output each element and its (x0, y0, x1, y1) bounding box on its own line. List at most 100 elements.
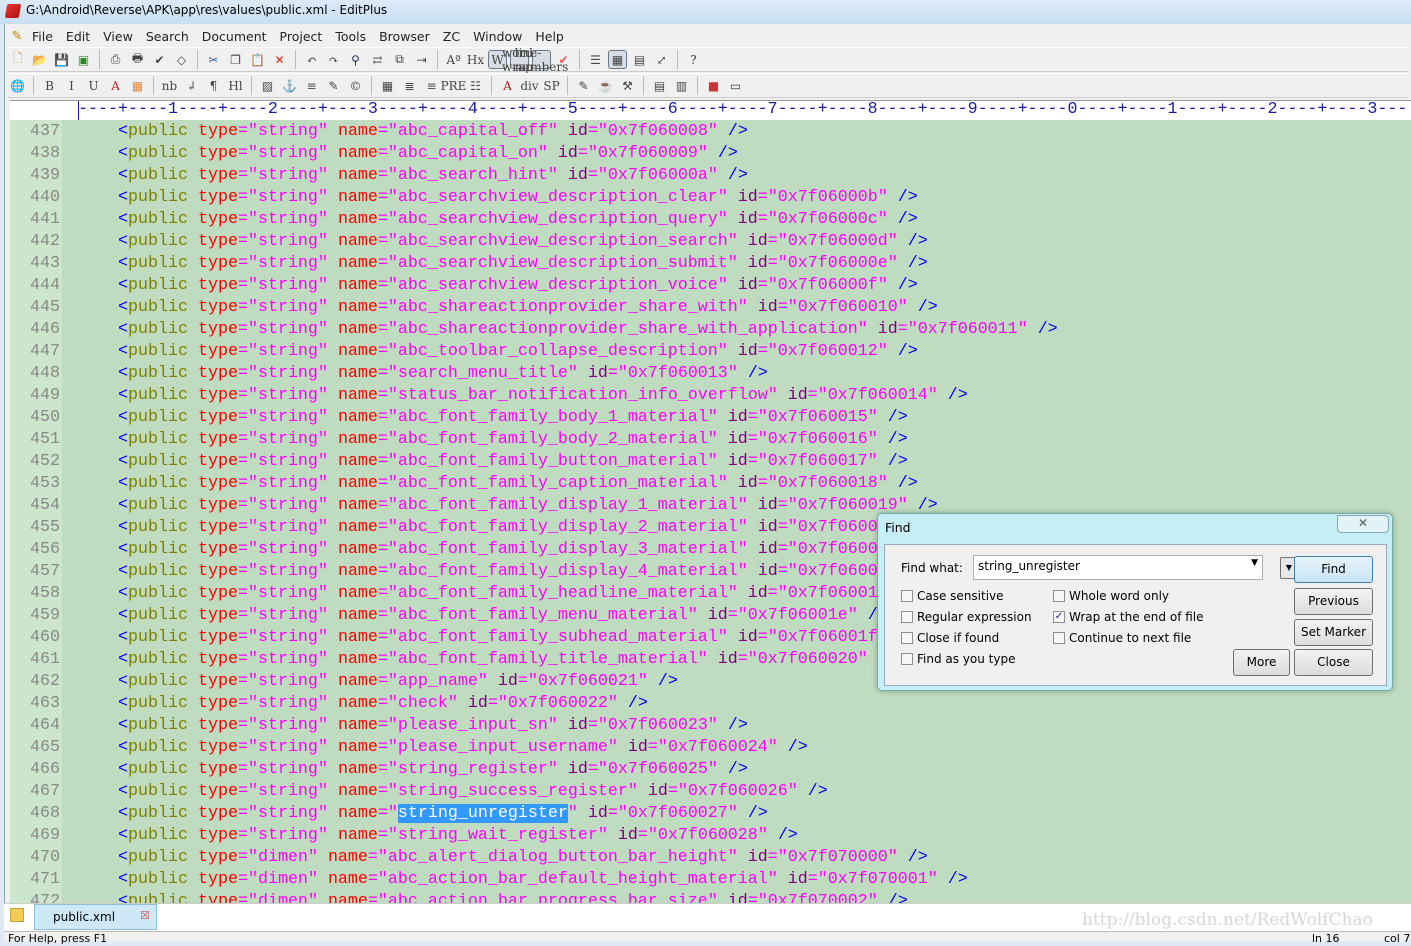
code-line[interactable]: <public type="string" name="abc_shareact… (78, 319, 1058, 341)
output-window-icon[interactable]: ▤ (630, 50, 649, 69)
option-wrap-at-the-end-of-file[interactable]: ✓ Wrap at the end of file (1053, 610, 1204, 624)
coffee-icon[interactable]: ☕ (596, 76, 615, 95)
dialog-close-button[interactable]: ✕ (1337, 515, 1389, 533)
menu-edit[interactable]: Edit (60, 29, 97, 44)
menu-document[interactable]: Document (196, 29, 274, 44)
menu-view[interactable]: View (97, 29, 140, 44)
browser-view-icon[interactable]: ◇ (172, 50, 191, 69)
code-line[interactable]: <public type="string" name="string_succe… (78, 781, 828, 803)
list-icon[interactable]: ☷ (466, 76, 485, 95)
form-icon[interactable]: ▥ (672, 76, 691, 95)
window-icon[interactable]: ▭ (726, 76, 745, 95)
menu-search[interactable]: Search (140, 29, 196, 44)
full-screen-icon[interactable]: ⤢ (652, 50, 671, 69)
menu-browser[interactable]: Browser (373, 29, 437, 44)
check-icon[interactable]: ✔ (554, 50, 573, 69)
checkbox[interactable] (1053, 632, 1065, 644)
copy-icon[interactable]: ❐ (226, 50, 245, 69)
print-preview-icon[interactable]: ⎙ (106, 50, 125, 69)
code-line[interactable]: <public type="string" name="abc_font_fam… (78, 539, 918, 561)
code-line[interactable]: <public type="string" name="check" id="0… (78, 693, 648, 715)
frame-icon[interactable]: ▤ (650, 76, 669, 95)
code-line[interactable]: <public type="string" name="abc_font_fam… (78, 495, 938, 517)
code-line[interactable]: <public type="string" name="abc_capital_… (78, 143, 738, 165)
code-line[interactable]: <public type="string" name="abc_font_fam… (78, 649, 898, 671)
template-icon[interactable]: ✎ (574, 76, 593, 95)
directory-window-icon[interactable]: ▦ (608, 50, 627, 69)
spell-check-icon[interactable]: ✔ (150, 50, 169, 69)
new-file-icon[interactable]: 🗋 (8, 50, 27, 69)
save-icon[interactable]: 💾 (52, 50, 71, 69)
code-line[interactable]: <public type="string" name="string_regis… (78, 759, 748, 781)
checkbox[interactable] (901, 632, 913, 644)
pre-icon[interactable]: PRE (441, 76, 467, 95)
code-line[interactable]: <public type="string" name="string_unreg… (78, 803, 768, 825)
option-continue-to-next-file[interactable]: Continue to next file (1053, 631, 1191, 645)
find-in-files-icon[interactable]: ⧉ (390, 50, 409, 69)
u-icon[interactable]: U (84, 76, 103, 95)
code-line[interactable]: <public type="string" name="abc_searchvi… (78, 187, 918, 209)
find-what-input[interactable]: string_unregister ▼ (973, 555, 1263, 580)
hl-icon[interactable]: Hl (226, 76, 245, 95)
a-icon[interactable]: A (106, 76, 125, 95)
close-button[interactable]: Close (1294, 649, 1373, 676)
code-line[interactable]: <public type="string" name="abc_font_fam… (78, 407, 908, 429)
checkbox[interactable] (1053, 590, 1065, 602)
clip-window-icon[interactable]: ☰ (586, 50, 605, 69)
table-icon[interactable]: ▦ (378, 76, 397, 95)
code-line[interactable]: <public type="string" name="abc_font_fam… (78, 583, 918, 605)
find-icon[interactable]: ⚲ (346, 50, 365, 69)
font-icon[interactable]: Aª (444, 50, 463, 69)
option-whole-word-only[interactable]: Whole word only (1053, 589, 1169, 603)
print-icon[interactable]: 🖶 (128, 50, 147, 69)
replace-icon[interactable]: ⇄ (368, 50, 387, 69)
redo-icon[interactable]: ↷ (324, 50, 343, 69)
open-icon[interactable]: 📂 (30, 50, 49, 69)
code-line[interactable]: <public type="string" name="abc_font_fam… (78, 451, 908, 473)
line-numbers-icon[interactable]: line-numbers (515, 46, 569, 74)
code-line[interactable]: <public type="string" name="abc_font_fam… (78, 517, 918, 539)
menu-window[interactable]: Window (467, 29, 529, 44)
menu-zc[interactable]: ZC (437, 29, 467, 44)
code-line[interactable]: <public type="string" name="abc_search_h… (78, 165, 748, 187)
dropdown-arrow-icon[interactable]: ▼ (1251, 558, 1258, 568)
code-line[interactable]: <public type="string" name="abc_font_fam… (78, 473, 918, 495)
code-line[interactable]: <public type="string" name="status_bar_n… (78, 385, 968, 407)
code-line[interactable]: <public type="string" name="abc_searchvi… (78, 275, 918, 297)
cut-icon[interactable]: ✂ (204, 50, 223, 69)
align-icon[interactable]: ≣ (400, 76, 419, 95)
--icon[interactable]: ↲ (182, 76, 201, 95)
--icon[interactable]: ¶ (204, 76, 223, 95)
edit-icon[interactable]: ✎ (324, 76, 343, 95)
center-icon[interactable]: ≡ (422, 76, 441, 95)
folder-icon[interactable] (10, 908, 24, 922)
save-all-icon[interactable]: ▣ (74, 50, 93, 69)
code-line[interactable]: <public type="string" name="abc_font_fam… (78, 605, 888, 627)
option-case-sensitive[interactable]: Case sensitive (901, 589, 1004, 603)
code-line[interactable]: <public type="string" name="abc_font_fam… (78, 561, 918, 583)
code-line[interactable]: <public type="string" name="abc_font_fam… (78, 627, 918, 649)
hr-icon[interactable]: ≡ (302, 76, 321, 95)
code-line[interactable]: <public type="dimen" name="abc_action_ba… (78, 891, 908, 903)
code-editor[interactable]: 437 438 439 440 441 442 443 444 445 446 447 448 449 4… (10, 120, 1411, 903)
option-close-if-found[interactable]: Close if found (901, 631, 999, 645)
paste-icon[interactable]: 📋 (248, 50, 267, 69)
help-icon[interactable]: ? (684, 50, 703, 69)
code-line[interactable]: <public type="string" name="search_menu_… (78, 363, 768, 385)
menu-help[interactable]: Help (529, 29, 571, 44)
code-line[interactable]: <public type="string" name="abc_capital_… (78, 121, 748, 143)
menu-tools[interactable]: Tools (329, 29, 373, 44)
more-button[interactable]: More (1233, 649, 1290, 676)
div-icon[interactable]: div (520, 76, 539, 95)
color-picker-icon[interactable]: ■ (704, 76, 723, 95)
find-button[interactable]: Find (1294, 556, 1373, 583)
code-line[interactable]: <public type="string" name="abc_toolbar_… (78, 341, 918, 363)
go-to-line-icon[interactable]: ⇥ (412, 50, 431, 69)
code-line[interactable]: <public type="dimen" name="abc_action_ba… (78, 869, 968, 891)
checkbox[interactable]: ✓ (1053, 611, 1065, 623)
font-tag-icon[interactable]: A (498, 76, 517, 95)
option-regular-expression[interactable]: Regular expression (901, 610, 1032, 624)
checkbox[interactable] (901, 590, 913, 602)
color-icon[interactable]: ▦ (128, 76, 147, 95)
anchor-icon[interactable]: ⚓ (280, 76, 299, 95)
